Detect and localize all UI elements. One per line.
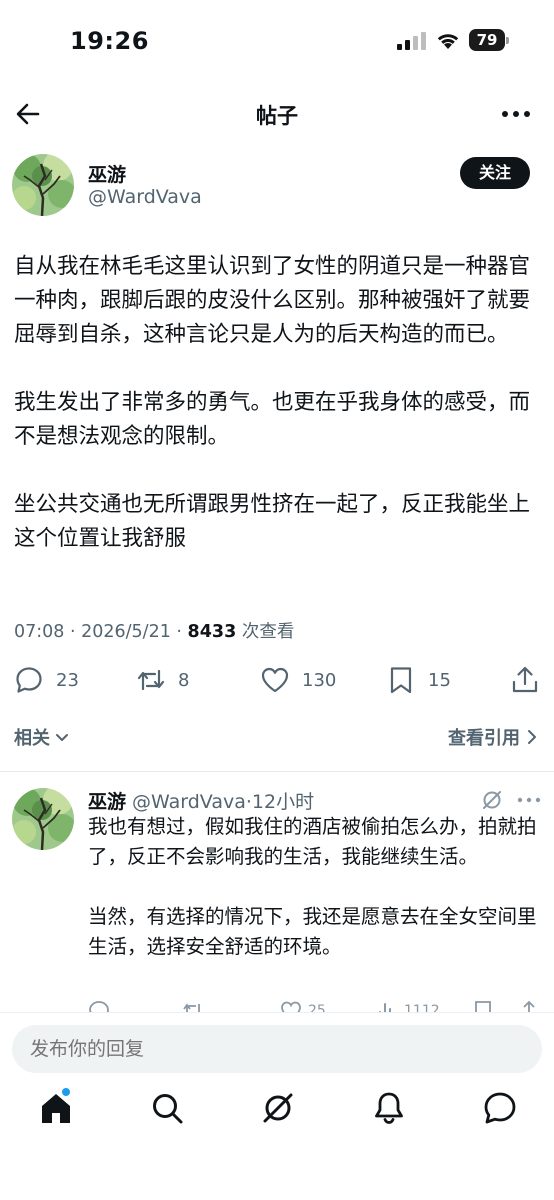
share-action[interactable] <box>510 662 540 698</box>
like-action[interactable]: 130 <box>260 662 336 698</box>
nav-grok[interactable] <box>260 1090 296 1126</box>
nav-home[interactable] <box>38 1088 74 1126</box>
views-label: 次查看 <box>236 622 295 642</box>
home-icon <box>42 1094 70 1123</box>
chevron-right-icon <box>528 730 536 744</box>
grok-icon <box>263 1093 293 1123</box>
reply-author-avatar[interactable] <box>12 788 74 850</box>
author-name[interactable]: 巫游 <box>88 160 126 187</box>
author-avatar[interactable] <box>12 154 74 216</box>
search-icon <box>153 1094 183 1124</box>
reply-more-icon[interactable] <box>516 794 542 806</box>
repost-count: 8 <box>178 669 190 691</box>
bookmark-count: 15 <box>428 669 451 691</box>
post-meta: 07:08 · 2026/5/21 · 8433 次查看 <box>14 618 294 643</box>
reply-input[interactable] <box>12 1025 542 1073</box>
messages-icon <box>484 1092 516 1124</box>
post-paragraph: 坐公共交通也无所谓跟男性挤在一起了，反正我能坐上这个位置让我舒服 <box>14 492 531 551</box>
status-bar: 19:26 79 <box>0 0 554 80</box>
reply-paragraph: 当然，有选择的情况下，我还是愿意去在全女空间里生活，选择安全舒适的环境。 <box>88 905 537 958</box>
divider <box>0 771 554 772</box>
nav-search[interactable] <box>149 1090 185 1126</box>
heart-icon <box>261 667 289 693</box>
post-paragraph: 自从我在林毛毛这里认识到了女性的阴道只是一种器官一种肉，跟脚后跟的皮没什么区别。… <box>14 254 531 347</box>
home-notification-dot <box>62 1088 70 1096</box>
reply-text: 我也有想过，假如我住的酒店被偷拍怎么办，拍就拍了，反正不会影响我的生活，我能继续… <box>88 812 538 962</box>
repost-action[interactable]: 8 <box>136 662 189 698</box>
author-handle[interactable]: @WardVava <box>88 186 202 208</box>
related-label: 相关 <box>14 728 50 749</box>
post-action-bar: 23 8 130 15 <box>0 662 554 698</box>
related-row: 相关 查看引用 <box>0 724 554 754</box>
reply-action[interactable]: 23 <box>14 662 79 698</box>
reply-icon <box>16 667 42 693</box>
reply-author-name[interactable]: 巫游 <box>88 791 126 813</box>
reply-handle-time: @WardVava·12小时 <box>126 791 315 813</box>
post-paragraph: 我生发出了非常多的勇气。也更在乎我身体的感受，而不是想法观念的限制。 <box>14 390 531 449</box>
bookmark-action[interactable]: 15 <box>386 662 451 698</box>
notifications-icon <box>375 1092 403 1124</box>
top-bar: 帖子 <box>0 86 554 142</box>
bookmark-icon <box>390 667 412 694</box>
more-options-icon[interactable] <box>500 104 532 124</box>
view-quotes-link[interactable]: 查看引用 <box>448 724 538 750</box>
reply-count: 23 <box>56 669 79 691</box>
post-timestamp: 07:08 · 2026/5/21 · <box>14 622 188 642</box>
related-dropdown[interactable]: 相关 <box>14 724 70 750</box>
reply-paragraph: 我也有想过，假如我住的酒店被偷拍怎么办，拍就拍了，反正不会影响我的生活，我能继续… <box>88 815 537 868</box>
battery-level: 79 <box>469 29 505 51</box>
cellular-signal-icon <box>397 32 426 50</box>
nav-messages[interactable] <box>482 1090 518 1126</box>
chevron-down-icon <box>56 734 68 741</box>
follow-button[interactable]: 关注 <box>460 157 530 189</box>
share-icon <box>512 666 538 693</box>
page-title: 帖子 <box>256 104 298 128</box>
battery-indicator: 79 <box>469 29 509 51</box>
nav-notifications[interactable] <box>371 1090 407 1126</box>
status-time: 19:26 <box>70 27 149 55</box>
repost-icon <box>137 669 165 691</box>
like-count: 130 <box>302 669 337 691</box>
reply-header: 巫游 @WardVava·12小时 <box>88 787 314 814</box>
view-quotes-label: 查看引用 <box>448 728 520 749</box>
grok-icon[interactable] <box>480 788 504 812</box>
views-count: 8433 <box>187 622 237 642</box>
wifi-icon <box>437 34 459 49</box>
post-text: 自从我在林毛毛这里认识到了女性的阴道只是一种器官一种肉，跟脚后跟的皮没什么区别。… <box>14 250 542 556</box>
